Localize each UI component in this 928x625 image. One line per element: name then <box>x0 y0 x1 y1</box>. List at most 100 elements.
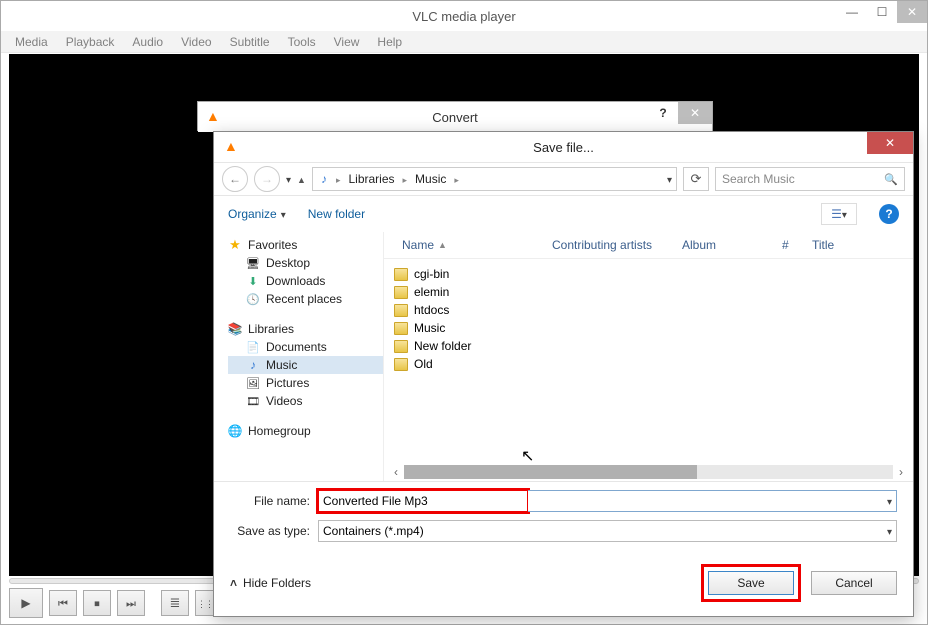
previous-button[interactable] <box>49 590 77 616</box>
cancel-button[interactable]: Cancel <box>811 571 897 595</box>
history-dropdown[interactable] <box>286 172 291 186</box>
tree-desktop[interactable]: Desktop <box>228 254 383 272</box>
playlist-icon <box>170 595 181 611</box>
folder-icon <box>394 303 408 317</box>
help-button[interactable]: ? <box>648 102 678 124</box>
music-icon <box>317 172 331 186</box>
savetype-label: Save as type: <box>230 524 318 538</box>
refresh-button[interactable] <box>683 167 709 191</box>
file-list: cgi-bin elemin htdocs Music New folder O… <box>384 259 913 463</box>
breadcrumb-music[interactable]: Music <box>412 172 449 186</box>
music-icon <box>246 358 260 372</box>
menu-video[interactable]: Video <box>181 35 211 49</box>
minimize-button[interactable]: — <box>837 1 867 23</box>
filename-input[interactable]: Converted File Mp3 <box>318 490 528 512</box>
horizontal-scrollbar[interactable]: ‹ › <box>384 463 913 481</box>
up-button[interactable] <box>297 172 306 186</box>
hide-folders-button[interactable]: Hide Folders <box>230 576 311 590</box>
filename-label: File name: <box>230 494 318 508</box>
organize-button[interactable]: Organize <box>228 207 286 221</box>
menu-media[interactable]: Media <box>15 35 48 49</box>
column-number[interactable]: # <box>774 236 804 254</box>
search-icon <box>884 172 898 186</box>
menu-audio[interactable]: Audio <box>132 35 163 49</box>
menu-playback[interactable]: Playback <box>66 35 115 49</box>
list-item[interactable]: Music <box>394 319 903 337</box>
save-file-dialog: Save file... ✕ ← → Libraries Music Searc… <box>213 131 914 617</box>
tree-videos[interactable]: Videos <box>228 392 383 410</box>
tree-downloads[interactable]: Downloads <box>228 272 383 290</box>
downloads-icon <box>246 274 260 288</box>
previous-icon <box>58 596 68 611</box>
tree-pictures[interactable]: Pictures <box>228 374 383 392</box>
next-button[interactable] <box>117 590 145 616</box>
tree-libraries[interactable]: Libraries <box>228 320 383 338</box>
column-headers: Name ▲ Contributing artists Album # Titl… <box>384 232 913 259</box>
vlc-titlebar: VLC media player — ☐ ✕ <box>1 1 927 31</box>
stop-button[interactable] <box>83 590 111 616</box>
tree-homegroup[interactable]: Homegroup <box>228 422 383 440</box>
save-form: File name: Converted File Mp3 Save as ty… <box>214 482 913 542</box>
menu-view[interactable]: View <box>334 35 360 49</box>
close-button[interactable]: ✕ <box>678 102 712 124</box>
savetype-select[interactable]: Containers (*.mp4) <box>318 520 897 542</box>
column-album[interactable]: Album <box>674 236 774 254</box>
breadcrumb-path[interactable]: Libraries Music <box>312 167 677 191</box>
menu-help[interactable]: Help <box>377 35 402 49</box>
convert-window-title: Convert <box>432 110 478 125</box>
list-item[interactable]: New folder <box>394 337 903 355</box>
view-mode-button[interactable]: ☰ <box>821 203 857 225</box>
vlc-menubar: Media Playback Audio Video Subtitle Tool… <box>1 31 927 53</box>
chevron-down-icon[interactable] <box>887 494 892 508</box>
column-title[interactable]: Title <box>804 236 864 254</box>
nav-toolbar: ← → Libraries Music Search Music <box>214 162 913 196</box>
column-name[interactable]: Name ▲ <box>394 236 544 254</box>
close-button[interactable]: ✕ <box>897 1 927 23</box>
folder-icon <box>394 339 408 353</box>
help-button[interactable]: ? <box>879 204 899 224</box>
list-item[interactable]: Old <box>394 355 903 373</box>
save-button[interactable]: Save <box>708 571 794 595</box>
desktop-icon <box>246 256 260 270</box>
tree-documents[interactable]: Documents <box>228 338 383 356</box>
list-item[interactable]: cgi-bin <box>394 265 903 283</box>
search-placeholder: Search Music <box>722 172 795 186</box>
dialog-title: Save file... <box>533 140 594 155</box>
document-icon <box>246 340 260 354</box>
menu-tools[interactable]: Tools <box>288 35 316 49</box>
forward-button[interactable]: → <box>254 166 280 192</box>
maximize-button[interactable]: ☐ <box>867 1 897 23</box>
list-item[interactable]: htdocs <box>394 301 903 319</box>
path-dropdown[interactable] <box>667 172 672 186</box>
chevron-down-icon[interactable] <box>887 524 892 538</box>
column-contributing-artists[interactable]: Contributing artists <box>544 236 674 254</box>
folder-icon <box>394 357 408 371</box>
new-folder-button[interactable]: New folder <box>308 207 365 221</box>
filename-input-extent[interactable] <box>528 490 897 512</box>
vlc-cone-icon <box>206 108 220 126</box>
convert-window: Convert ? ✕ <box>197 101 713 131</box>
list-item[interactable]: elemin <box>394 283 903 301</box>
star-icon <box>228 238 242 252</box>
breadcrumb-libraries[interactable]: Libraries <box>345 172 397 186</box>
tree-music[interactable]: Music <box>228 356 383 374</box>
menu-subtitle[interactable]: Subtitle <box>230 35 270 49</box>
refresh-icon <box>691 171 702 187</box>
folder-icon <box>394 267 408 281</box>
videos-icon <box>246 394 260 408</box>
search-input[interactable]: Search Music <box>715 167 905 191</box>
folder-icon <box>394 285 408 299</box>
chevron-right-icon <box>451 172 462 186</box>
play-button[interactable] <box>9 588 43 618</box>
playlist-button[interactable] <box>161 590 189 616</box>
tree-favorites[interactable]: Favorites <box>228 236 383 254</box>
chevron-right-icon <box>333 172 344 186</box>
back-button[interactable]: ← <box>222 166 248 192</box>
file-list-panel: Name ▲ Contributing artists Album # Titl… <box>384 232 913 481</box>
tree-recent-places[interactable]: Recent places <box>228 290 383 308</box>
libraries-icon <box>228 322 242 336</box>
pictures-icon <box>246 376 260 390</box>
close-button[interactable]: ✕ <box>867 132 913 154</box>
chevron-down-icon <box>842 207 847 221</box>
vlc-cone-icon <box>224 138 238 156</box>
